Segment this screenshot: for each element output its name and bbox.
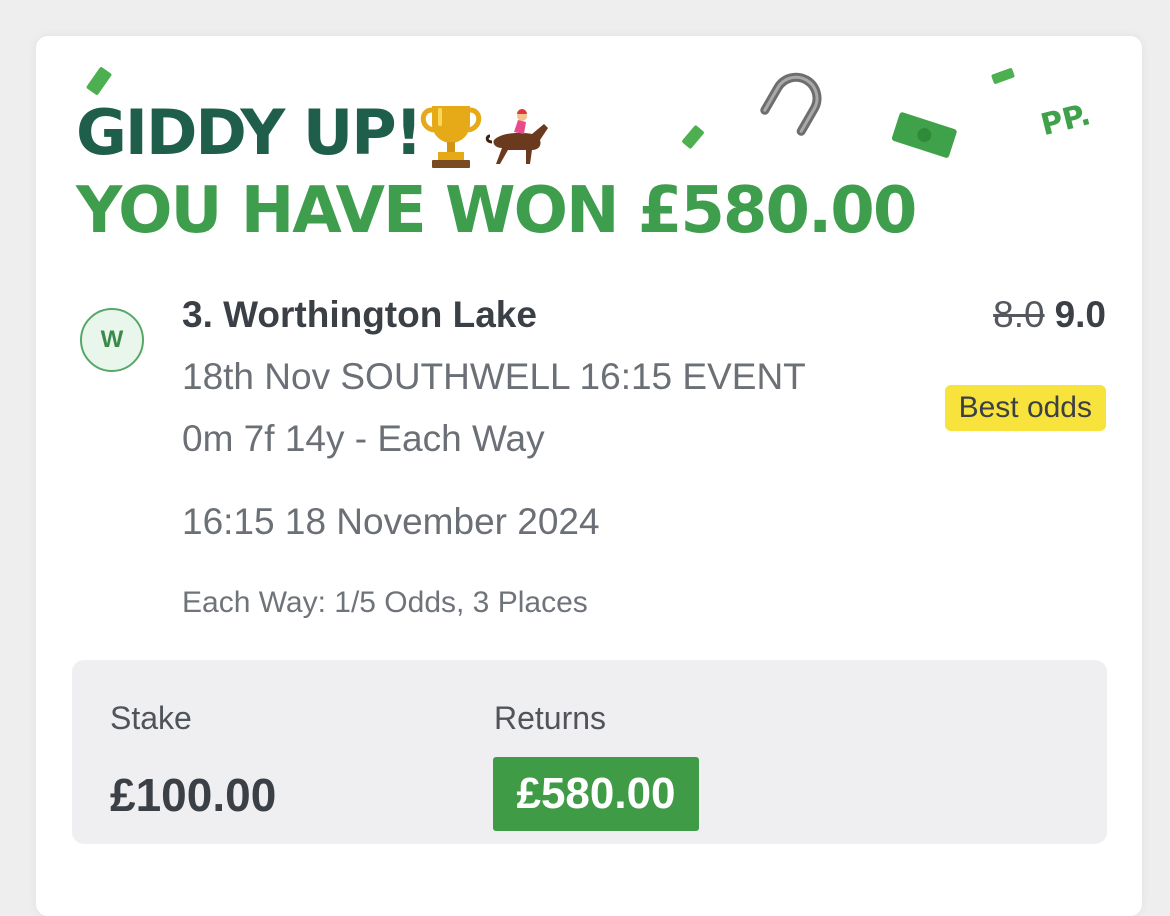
horseshoe-icon [760,72,822,136]
new-odds: 9.0 [1054,294,1106,335]
bet-result-card: PP. GIDDY UP! YOU HAVE WON £580.00 W 3. … [36,36,1142,916]
stake-label: Stake [110,700,192,736]
best-odds-badge: Best odds [944,385,1106,431]
brand-mark: PP. [1037,97,1094,143]
money-confetti-icon [682,125,704,149]
svg-text:PP.: PP. [1037,97,1094,143]
headline-giddy-up: GIDDY UP! [76,96,423,169]
returns-label: Returns [494,700,607,736]
selection-status-badge: W [80,308,144,372]
odds-display: 8.0 9.0 [993,294,1106,336]
jockey-icon [485,109,548,164]
trophy-icon [420,106,482,168]
distance-market: 0m 7f 14y - Each Way [182,418,545,459]
event-datetime: 16:15 18 November 2024 [182,501,600,542]
stake-value: £100.00 [110,769,277,821]
bet-summary-panel: Stake £100.00 Returns £580.00 [72,660,1107,844]
returns-value-badge: £580.00 [493,757,699,831]
runner-name: 3. Worthington Lake [182,294,537,335]
event-meeting: 18th Nov SOUTHWELL 16:15 EVENT [182,356,806,397]
headline-won-amount: YOU HAVE WON £580.00 [76,174,917,248]
money-confetti-icon [991,68,1015,84]
old-odds: 8.0 [993,294,1045,335]
money-confetti-icon [891,112,957,158]
each-way-terms: Each Way: 1/5 Odds, 3 Places [182,586,588,619]
